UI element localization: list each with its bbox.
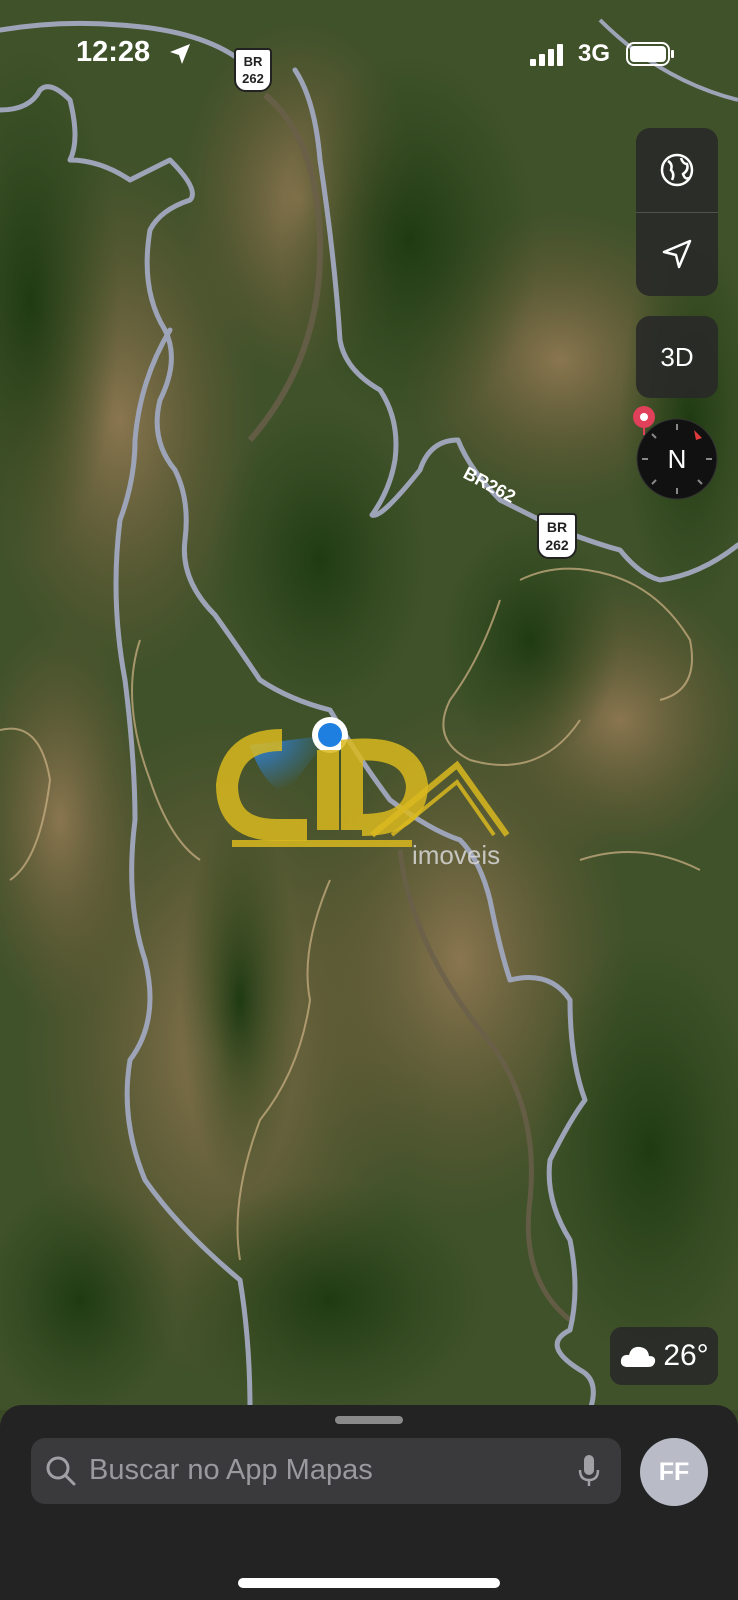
status-bar: 12:28 3G <box>0 0 738 110</box>
cloud-icon <box>621 1346 656 1367</box>
pin-icon[interactable] <box>632 405 656 437</box>
satellite-map[interactable]: BR262 BR 262 BR 262 imoveis <box>0 0 738 1410</box>
tracking-button[interactable] <box>636 212 718 296</box>
map-controls <box>636 128 718 296</box>
signal-icon <box>530 44 563 66</box>
map-type-button[interactable] <box>636 128 718 212</box>
location-arrow-icon <box>662 239 692 269</box>
3d-view-button[interactable]: 3D <box>636 316 718 398</box>
home-indicator[interactable] <box>238 1578 500 1588</box>
bottom-sheet[interactable]: Buscar no App Mapas FF <box>0 1405 738 1600</box>
temperature: 26° <box>663 1339 709 1372</box>
weather-badge: 26° <box>610 1327 718 1385</box>
highway-shield: BR 262 <box>537 513 577 559</box>
watermark-text: imoveis <box>412 840 501 870</box>
search-bar[interactable]: Buscar no App Mapas <box>31 1438 621 1504</box>
battery-icon <box>626 42 674 66</box>
shield-line1: BR <box>546 519 568 535</box>
shield-line2: 262 <box>545 537 569 553</box>
avatar[interactable]: FF <box>640 1438 708 1506</box>
network-type: 3G <box>578 40 611 67</box>
microphone-icon[interactable] <box>577 1453 601 1489</box>
location-services-icon <box>170 44 190 64</box>
search-input[interactable]: Buscar no App Mapas <box>89 1454 373 1487</box>
search-icon <box>46 1456 76 1486</box>
clock: 12:28 <box>76 36 151 68</box>
globe-icon <box>660 153 694 187</box>
sheet-grabber[interactable] <box>335 1416 403 1424</box>
